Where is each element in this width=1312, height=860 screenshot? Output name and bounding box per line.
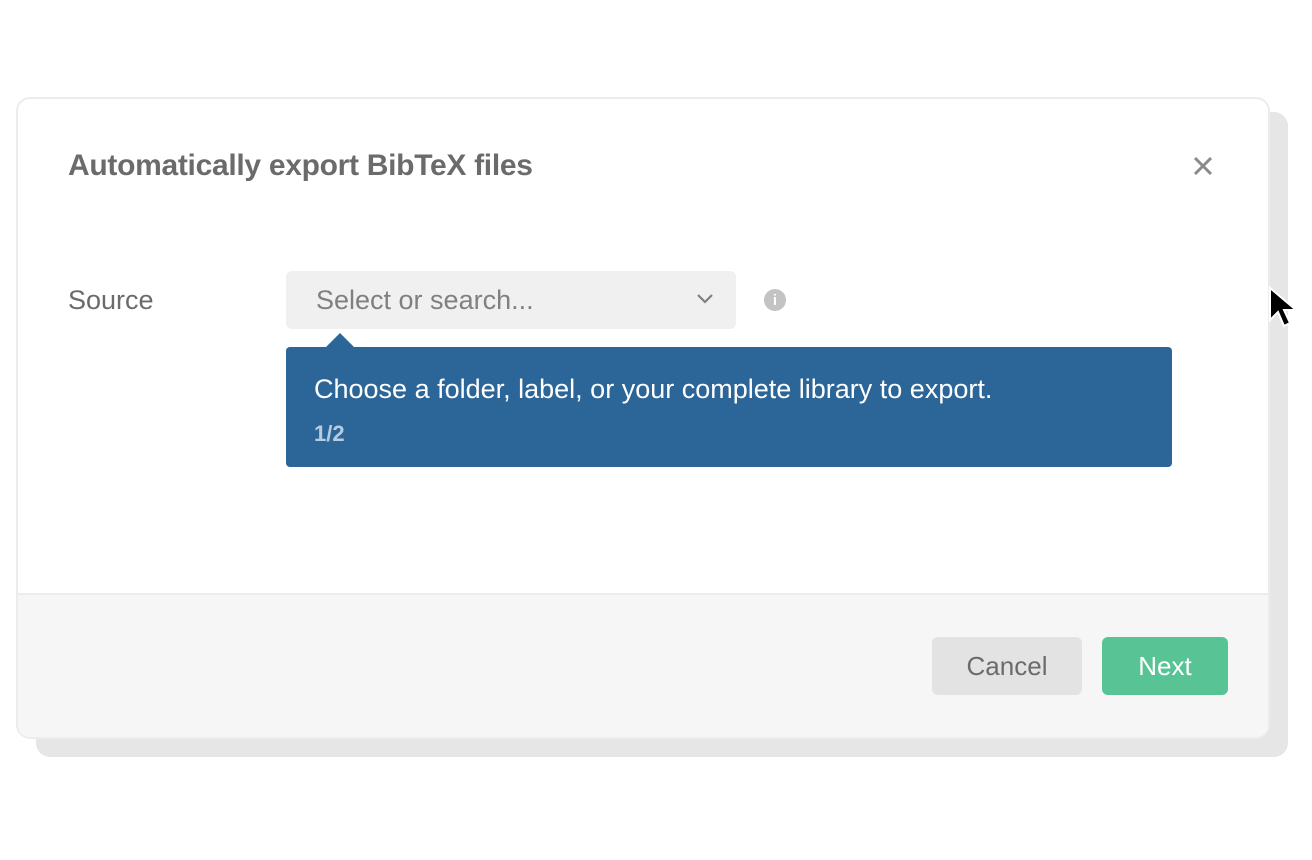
export-bibtex-modal: Automatically export BibTeX files Source… xyxy=(16,97,1270,739)
modal-body: Source Select or search... i Choose a fo… xyxy=(18,183,1268,593)
tooltip-step-indicator: 1/2 xyxy=(314,421,1144,447)
close-button[interactable] xyxy=(1188,151,1218,181)
source-label: Source xyxy=(68,285,286,316)
close-icon xyxy=(1191,154,1215,178)
source-row: Source Select or search... i xyxy=(68,271,1218,329)
modal-footer: Cancel Next xyxy=(18,593,1268,737)
source-select[interactable]: Select or search... xyxy=(286,271,736,329)
source-select-placeholder: Select or search... xyxy=(316,285,534,316)
modal-header: Automatically export BibTeX files xyxy=(18,99,1268,183)
tooltip-text: Choose a folder, label, or your complete… xyxy=(314,371,1144,407)
source-select-wrap: Select or search... xyxy=(286,271,736,329)
info-glyph: i xyxy=(773,292,777,309)
source-tooltip: Choose a folder, label, or your complete… xyxy=(286,347,1172,467)
modal-title: Automatically export BibTeX files xyxy=(68,149,533,183)
info-icon[interactable]: i xyxy=(764,289,786,311)
next-button[interactable]: Next xyxy=(1102,637,1228,695)
cancel-button[interactable]: Cancel xyxy=(932,637,1082,695)
